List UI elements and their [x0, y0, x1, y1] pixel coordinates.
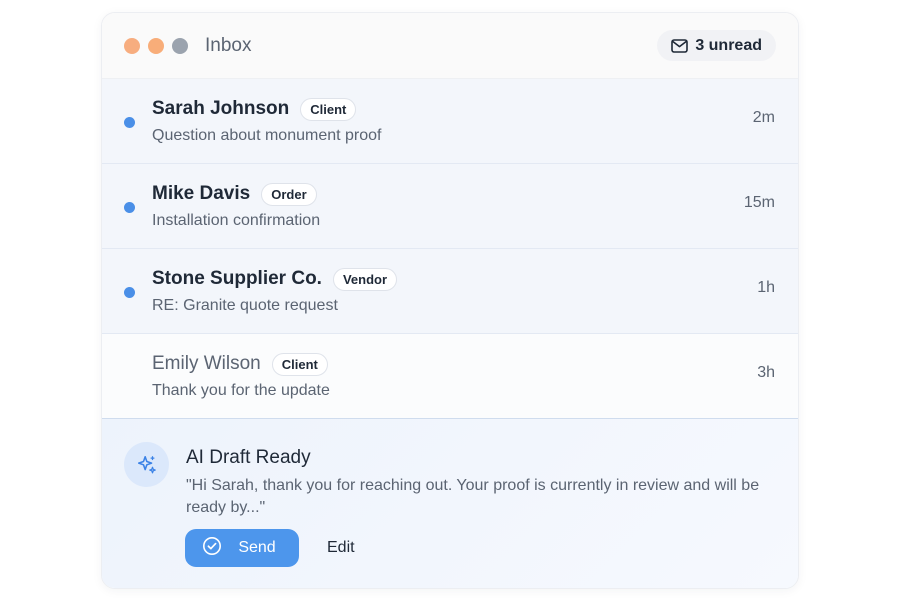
message-sender: Stone Supplier Co.: [152, 268, 322, 289]
mail-icon: [671, 38, 689, 53]
message-time: 15m: [743, 194, 775, 211]
message-time: 2m: [752, 109, 775, 126]
minimize-window-dot[interactable]: [148, 37, 164, 54]
message-tag: Client: [271, 352, 328, 376]
message-row[interactable]: Sarah Johnson Client Question about monu…: [102, 79, 798, 164]
edit-button[interactable]: Edit: [327, 539, 355, 557]
message-sender: Emily Wilson: [152, 353, 261, 374]
draft-actions: Send Edit: [185, 529, 355, 567]
title-bar: Inbox 3 unread: [102, 13, 798, 79]
message-tag: Order: [261, 182, 317, 206]
message-sender: Sarah Johnson: [152, 98, 290, 119]
inbox-window: Inbox 3 unread Sarah Johnson Client Ques…: [101, 12, 799, 589]
message-subject: Question about monument proof: [152, 126, 382, 144]
message-row[interactable]: Emily Wilson Client Thank you for the up…: [102, 334, 798, 419]
unread-count-label: 3 unread: [695, 36, 762, 54]
maximize-window-dot[interactable]: [172, 37, 188, 54]
message-sender: Mike Davis: [152, 183, 251, 204]
draft-title: AI Draft Ready: [186, 447, 311, 468]
message-tag: Client: [300, 97, 357, 121]
message-tag: Vendor: [332, 267, 398, 291]
message-subject: Thank you for the update: [152, 381, 330, 399]
message-row[interactable]: Mike Davis Order Installation confirmati…: [102, 164, 798, 249]
message-time: 1h: [757, 279, 775, 296]
ai-draft-panel: AI Draft Ready "Hi Sarah, thank you for …: [102, 419, 798, 588]
message-subject: RE: Granite quote request: [152, 296, 338, 314]
unread-indicator: [124, 202, 135, 213]
unread-count-badge[interactable]: 3 unread: [657, 30, 776, 61]
check-circle-icon: [202, 536, 222, 561]
draft-preview-text: "Hi Sarah, thank you for reaching out. Y…: [186, 477, 760, 516]
message-time: 3h: [757, 364, 775, 381]
message-row[interactable]: Stone Supplier Co. Vendor RE: Granite qu…: [102, 249, 798, 334]
message-subject: Installation confirmation: [152, 211, 321, 229]
sparkle-icon: [124, 442, 169, 487]
unread-indicator: [124, 287, 135, 298]
send-button[interactable]: Send: [185, 529, 299, 567]
send-button-label: Send: [238, 539, 276, 556]
unread-indicator: [124, 117, 135, 128]
window-controls: [124, 37, 188, 54]
window-title: Inbox: [205, 34, 252, 56]
close-window-dot[interactable]: [124, 37, 140, 54]
